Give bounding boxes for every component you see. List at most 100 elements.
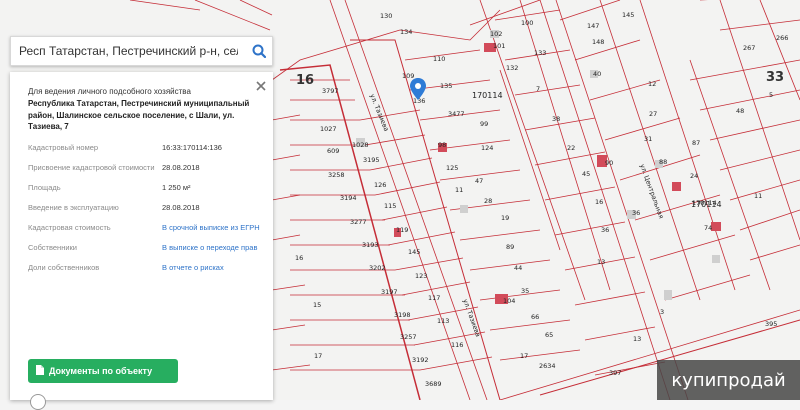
field-label: Собственники <box>28 242 77 252</box>
svg-text:3195: 3195 <box>363 156 380 164</box>
svg-text:170114: 170114 <box>691 200 722 209</box>
field-label: Кадастровая стоимость <box>28 222 111 232</box>
field-label: Кадастровый номер <box>28 142 99 152</box>
document-icon <box>36 365 44 377</box>
svg-text:130: 130 <box>380 12 392 20</box>
svg-text:2634: 2634 <box>539 362 556 370</box>
svg-text:27: 27 <box>649 110 657 118</box>
svg-text:123: 123 <box>415 272 427 280</box>
field-label: Введение в эксплуатацию <box>28 202 119 212</box>
svg-text:66: 66 <box>531 313 539 321</box>
svg-text:100: 100 <box>521 19 533 27</box>
search-bar[interactable] <box>10 36 273 66</box>
svg-text:98: 98 <box>438 141 446 149</box>
region-label-16: 16 <box>296 73 314 88</box>
search-input[interactable] <box>11 44 246 58</box>
svg-text:47: 47 <box>475 177 483 185</box>
svg-text:148: 148 <box>592 38 604 46</box>
field-label: Площадь <box>28 182 61 192</box>
svg-text:99: 99 <box>480 120 488 128</box>
svg-text:126: 126 <box>374 181 386 189</box>
svg-text:36: 36 <box>632 209 640 217</box>
svg-text:13: 13 <box>633 335 641 343</box>
scroll-indicator <box>30 394 46 410</box>
svg-text:45: 45 <box>582 170 590 178</box>
field-owner-shares: Доли собственников В отчете о рисках <box>28 263 263 273</box>
owner-shares-link[interactable]: В отчете о рисках <box>162 263 263 273</box>
field-commissioning-date: Введение в эксплуатацию 28.08.2018 <box>28 203 263 213</box>
svg-text:104: 104 <box>503 297 515 305</box>
svg-text:266: 266 <box>776 34 788 42</box>
svg-text:609: 609 <box>327 147 339 155</box>
object-info-panel: Для ведения личного подсобного хозяйства… <box>10 72 273 400</box>
svg-text:135: 135 <box>440 82 452 90</box>
close-icon[interactable] <box>255 79 267 91</box>
svg-text:109: 109 <box>402 72 414 80</box>
svg-text:3277: 3277 <box>350 218 367 226</box>
svg-text:22: 22 <box>567 144 575 152</box>
svg-text:119: 119 <box>396 226 408 234</box>
search-icon[interactable] <box>246 38 272 64</box>
svg-text:5: 5 <box>769 91 773 99</box>
svg-text:3197: 3197 <box>381 288 398 296</box>
svg-text:38: 38 <box>552 115 560 123</box>
svg-text:36: 36 <box>601 226 609 234</box>
svg-text:395: 395 <box>765 320 777 328</box>
field-cadastral-number: Кадастровый номер 16:33:170114:136 <box>28 143 263 153</box>
parcel-purpose: Для ведения личного подсобного хозяйства <box>28 87 191 96</box>
svg-text:19: 19 <box>501 214 509 222</box>
watermark: купипродай <box>657 360 800 400</box>
svg-text:65: 65 <box>545 331 553 339</box>
svg-text:31: 31 <box>644 135 652 143</box>
documents-button[interactable]: Документы по объекту <box>28 359 178 383</box>
svg-text:145: 145 <box>408 248 420 256</box>
owners-link[interactable]: В выписке о переходе прав <box>162 243 263 253</box>
documents-button-label: Документы по объекту <box>49 366 153 376</box>
svg-text:113: 113 <box>437 317 449 325</box>
svg-text:35: 35 <box>521 287 529 295</box>
svg-text:12: 12 <box>648 80 656 88</box>
cadastral-value-link[interactable]: В срочной выписке из ЕГРН <box>162 223 263 233</box>
svg-text:3797: 3797 <box>322 87 339 95</box>
svg-text:116: 116 <box>451 341 463 349</box>
svg-text:7: 7 <box>536 85 540 93</box>
field-valuation-date: Присвоение кадастровой стоимости 28.08.20… <box>28 163 263 173</box>
parcel-address: Республика Татарстан, Пестречинский муни… <box>28 99 250 131</box>
svg-text:3194: 3194 <box>340 194 357 202</box>
svg-text:3477: 3477 <box>448 110 465 118</box>
svg-text:16: 16 <box>295 254 303 262</box>
field-area: Площадь 1 250 м² <box>28 183 263 193</box>
svg-text:101: 101 <box>493 42 505 50</box>
svg-text:16: 16 <box>595 198 603 206</box>
field-cadastral-value: Кадастровая стоимость В срочной выписке и… <box>28 223 263 233</box>
field-owners: Собственники В выписке о переходе прав <box>28 243 263 253</box>
region-label-33: 33 <box>766 70 784 85</box>
svg-text:28: 28 <box>484 197 492 205</box>
svg-text:88: 88 <box>659 158 667 166</box>
svg-text:125: 125 <box>446 164 458 172</box>
svg-text:40: 40 <box>593 70 601 78</box>
svg-text:87: 87 <box>692 139 700 147</box>
svg-text:1027: 1027 <box>320 125 337 133</box>
svg-text:24: 24 <box>690 172 698 180</box>
field-value: 16:33:170114:136 <box>162 142 222 152</box>
svg-text:90: 90 <box>605 159 613 167</box>
svg-text:13: 13 <box>597 258 605 266</box>
field-value: 1 250 м² <box>162 182 191 192</box>
svg-text:3: 3 <box>660 308 664 316</box>
svg-text:145: 145 <box>622 11 634 19</box>
svg-text:48: 48 <box>736 107 744 115</box>
svg-text:132: 132 <box>506 64 518 72</box>
svg-text:133: 133 <box>534 49 546 57</box>
svg-text:17: 17 <box>520 352 528 360</box>
svg-text:3192: 3192 <box>412 356 429 364</box>
svg-text:170114: 170114 <box>472 91 503 100</box>
svg-text:397: 397 <box>609 369 621 377</box>
svg-text:3198: 3198 <box>394 311 411 319</box>
svg-text:11: 11 <box>455 186 463 194</box>
svg-text:110: 110 <box>433 55 445 63</box>
field-label: Доли собственников <box>28 262 100 272</box>
svg-text:267: 267 <box>743 44 755 52</box>
svg-text:117: 117 <box>428 294 440 302</box>
svg-text:89: 89 <box>506 243 514 251</box>
